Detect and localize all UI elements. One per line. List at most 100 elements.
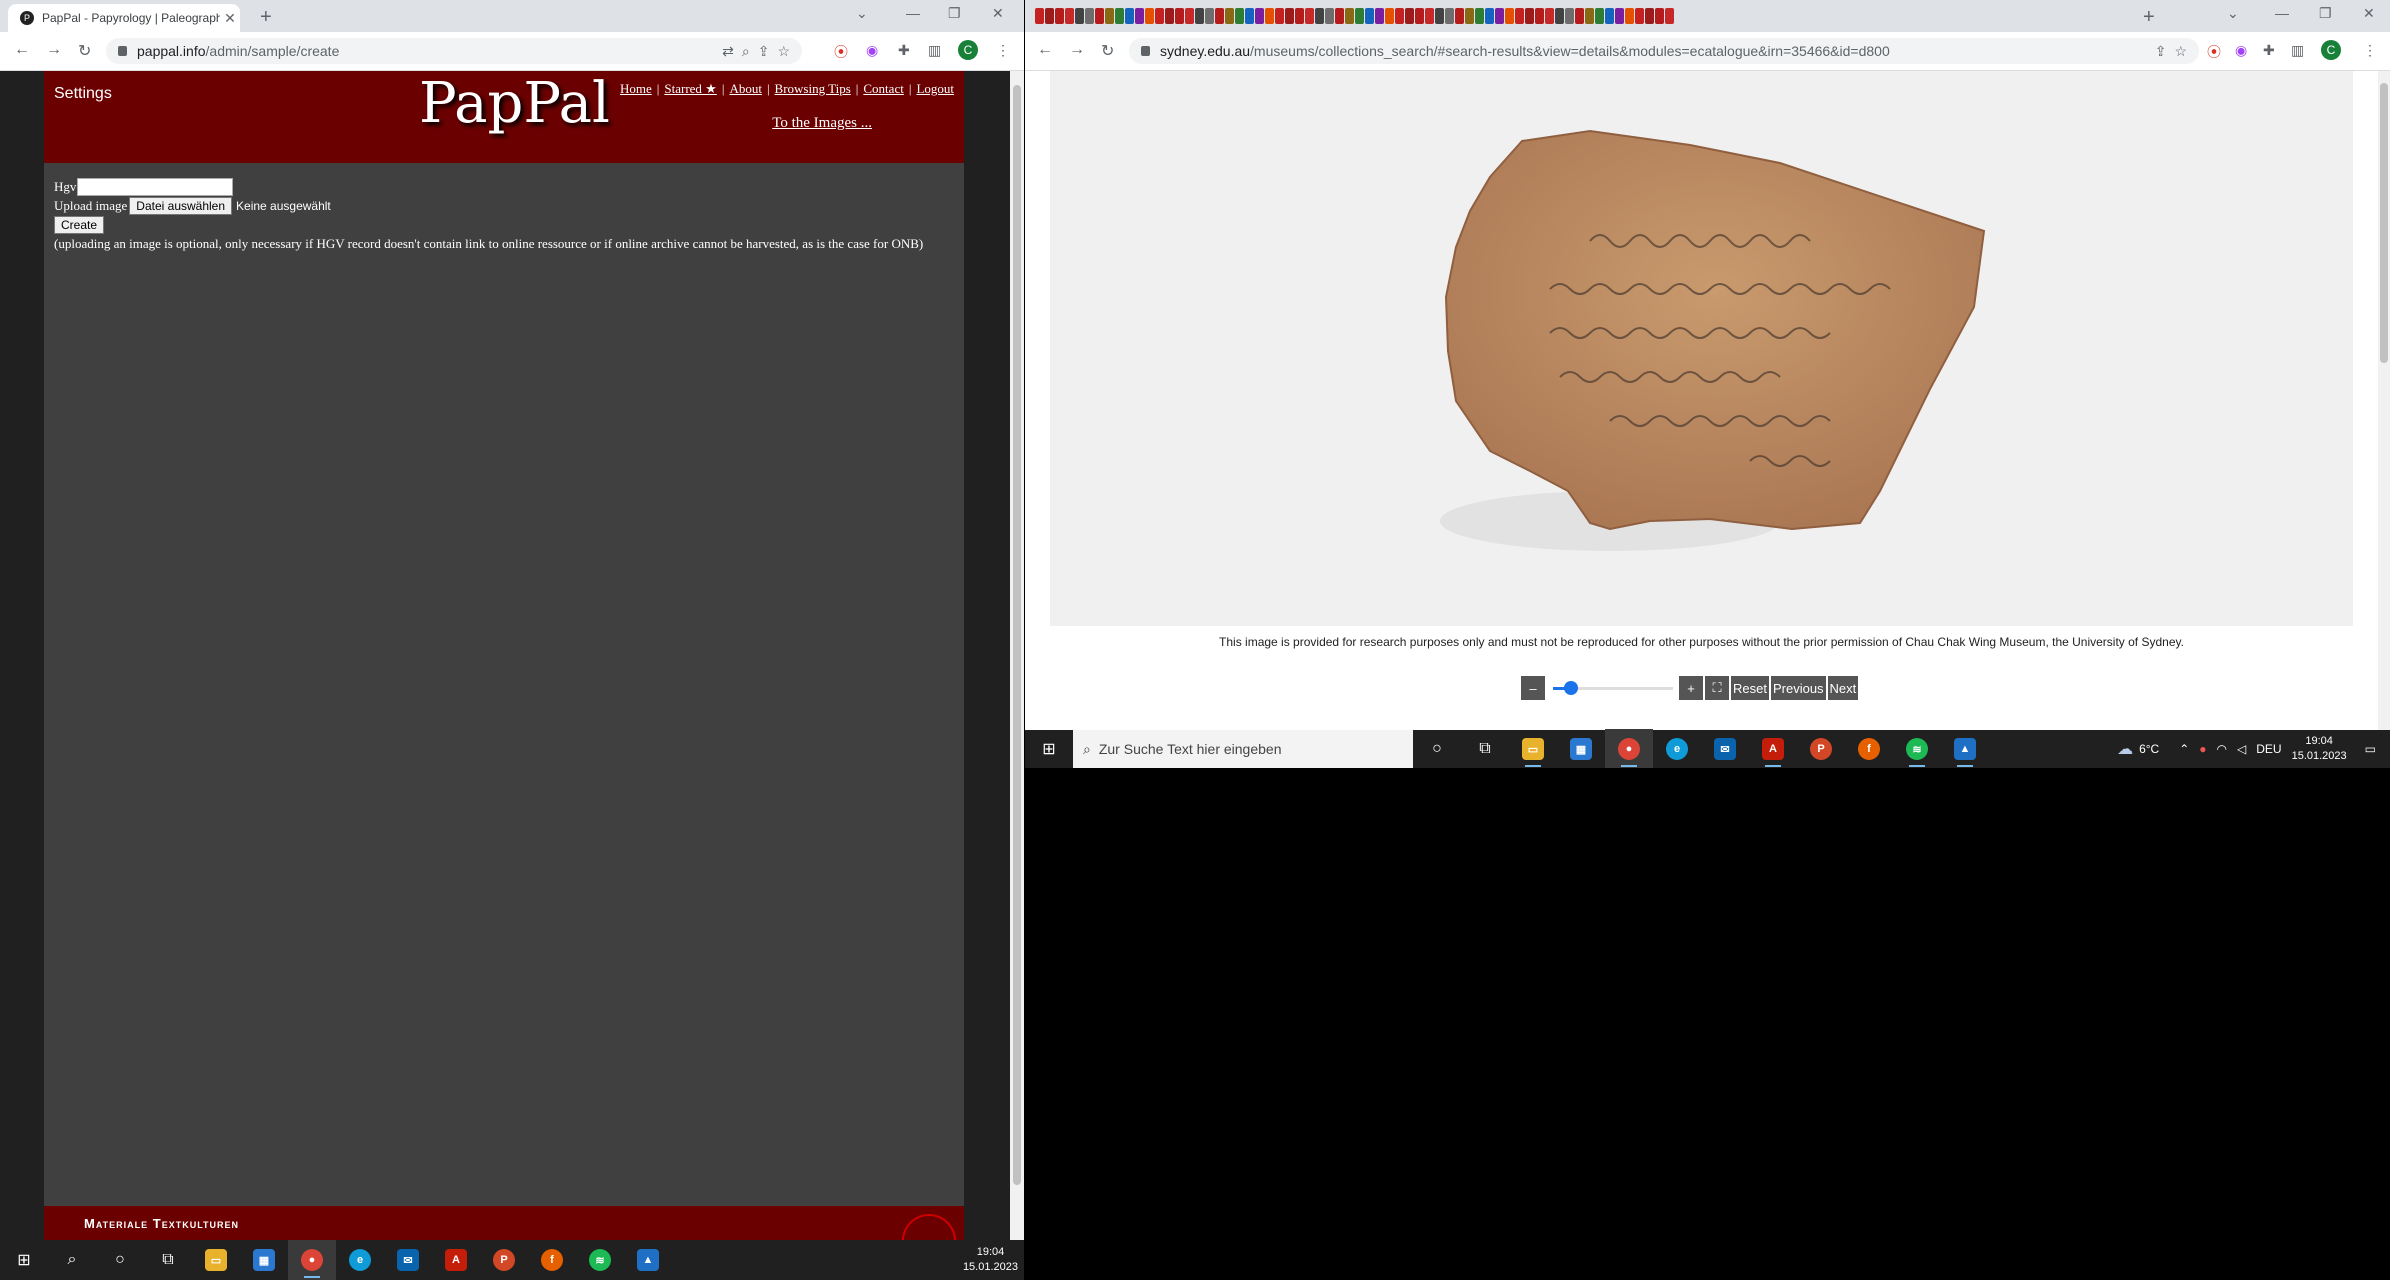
- pinned-tab-favicon-icon[interactable]: [1075, 8, 1084, 24]
- zoom-icon[interactable]: ⌕: [742, 43, 750, 60]
- search-icon[interactable]: ⌕: [48, 1240, 96, 1280]
- pinned-tab-favicon-icon[interactable]: [1055, 8, 1064, 24]
- pinned-tab-favicon-icon[interactable]: [1265, 8, 1274, 24]
- extension-2-icon[interactable]: ◉: [866, 42, 878, 59]
- pinned-tab-favicon-icon[interactable]: [1625, 8, 1634, 24]
- task-view-icon[interactable]: ⧉: [144, 1240, 192, 1280]
- pinned-tab-favicon-icon[interactable]: [1545, 8, 1554, 24]
- url-field[interactable]: pappal.info /admin/sample/create ⇄ ⌕ ⇪ ☆: [106, 38, 802, 64]
- pinned-tab-favicon-icon[interactable]: [1045, 8, 1054, 24]
- footer-text[interactable]: Materiale Textkulturen: [84, 1216, 239, 1231]
- zoom-slider[interactable]: [1553, 676, 1673, 700]
- back-icon[interactable]: ←: [1037, 41, 1053, 59]
- pinned-tab-favicon-icon[interactable]: [1185, 8, 1194, 24]
- pappal-logo[interactable]: PapPal: [419, 71, 610, 136]
- pinned-tab-favicon-icon[interactable]: [1455, 8, 1464, 24]
- chrome-icon[interactable]: ●: [288, 1240, 336, 1280]
- share-icon[interactable]: ⇪: [758, 43, 770, 60]
- menu-contact[interactable]: Contact: [863, 81, 903, 96]
- chrome-icon[interactable]: ●: [1605, 729, 1653, 768]
- pinned-tab-favicon-icon[interactable]: [1525, 8, 1534, 24]
- pinned-tab-favicon-icon[interactable]: [1585, 8, 1594, 24]
- pinned-tab-favicon-icon[interactable]: [1275, 8, 1284, 24]
- hgv-input[interactable]: [77, 177, 234, 196]
- menu-logout[interactable]: Logout: [916, 81, 954, 96]
- cortana-icon[interactable]: ○: [1413, 729, 1461, 768]
- pinned-tab-favicon-icon[interactable]: [1305, 8, 1314, 24]
- powerpoint-icon[interactable]: P: [480, 1240, 528, 1280]
- forward-icon[interactable]: →: [1069, 41, 1085, 59]
- pinned-tab-favicon-icon[interactable]: [1325, 8, 1334, 24]
- photos-icon[interactable]: ▲: [624, 1240, 672, 1280]
- scrollbar-thumb[interactable]: [1013, 85, 1021, 1185]
- pinned-tab-favicon-icon[interactable]: [1155, 8, 1164, 24]
- left-page-scrollbar[interactable]: [1010, 71, 1024, 1240]
- extensions-puzzle-icon[interactable]: ✚: [898, 42, 910, 59]
- close-window-icon[interactable]: ✕: [992, 5, 1004, 22]
- zoom-slider-handle[interactable]: [1563, 681, 1578, 695]
- pinned-tab-favicon-icon[interactable]: [1425, 8, 1434, 24]
- close-window-icon[interactable]: ✕: [2363, 5, 2375, 22]
- pinned-tab-favicon-icon[interactable]: [1355, 8, 1364, 24]
- pinned-tab-favicon-icon[interactable]: [1395, 8, 1404, 24]
- pinned-tab-favicon-icon[interactable]: [1295, 8, 1304, 24]
- cortana-icon[interactable]: ○: [96, 1240, 144, 1280]
- pinned-tab-favicon-icon[interactable]: [1435, 8, 1444, 24]
- pinned-tab-favicon-icon[interactable]: [1115, 8, 1124, 24]
- acrobat-icon[interactable]: A: [432, 1240, 480, 1280]
- minimize-icon[interactable]: —: [2275, 5, 2289, 21]
- pinned-tab-favicon-icon[interactable]: [1645, 8, 1654, 24]
- reload-icon[interactable]: ↻: [1101, 41, 1114, 61]
- menu-kebab-icon[interactable]: ⋮: [2363, 42, 2377, 59]
- image-viewer[interactable]: [1050, 71, 2353, 626]
- tab-search-icon[interactable]: ⌄: [856, 5, 868, 22]
- fullscreen-button[interactable]: ⛶: [1705, 676, 1729, 700]
- menu-kebab-icon[interactable]: ⋮: [996, 42, 1010, 59]
- mail-icon[interactable]: ✉: [1701, 729, 1749, 768]
- pinned-tab-favicon-icon[interactable]: [1495, 8, 1504, 24]
- pinned-tab-favicon-icon[interactable]: [1565, 8, 1574, 24]
- extension-icon[interactable]: ⦿: [2207, 42, 2221, 62]
- share-icon[interactable]: ⇪: [2155, 43, 2167, 60]
- taskbar-search-box[interactable]: ⌕ Zur Suche Text hier eingeben: [1073, 730, 1413, 768]
- firefox-icon[interactable]: f: [1845, 729, 1893, 768]
- wifi-icon[interactable]: ◠: [2217, 742, 2227, 756]
- file-explorer-icon[interactable]: ▭: [192, 1240, 240, 1280]
- pinned-tab-favicon-icon[interactable]: [1135, 8, 1144, 24]
- pinned-tab-favicon-icon[interactable]: [1315, 8, 1324, 24]
- back-icon[interactable]: ←: [14, 41, 30, 59]
- pinned-tab-favicon-icon[interactable]: [1515, 8, 1524, 24]
- bookmark-star-icon[interactable]: ☆: [2174, 43, 2187, 60]
- reset-button[interactable]: Reset: [1731, 676, 1769, 700]
- tab-search-icon[interactable]: ⌄: [2227, 5, 2239, 22]
- edge-icon[interactable]: e: [336, 1240, 384, 1280]
- pinned-tab-favicon-icon[interactable]: [1255, 8, 1264, 24]
- pinned-tab-favicon-icon[interactable]: [1365, 8, 1374, 24]
- pinned-tab-favicon-icon[interactable]: [1175, 8, 1184, 24]
- pinned-tab-favicon-icon[interactable]: [1605, 8, 1614, 24]
- pinned-tab-favicon-icon[interactable]: [1215, 8, 1224, 24]
- restore-icon[interactable]: ❐: [2319, 5, 2332, 22]
- pinned-tab-favicon-icon[interactable]: [1145, 8, 1154, 24]
- weather-temp[interactable]: 6°C: [2139, 742, 2159, 756]
- task-view-icon[interactable]: ⧉: [1461, 729, 1509, 768]
- to-the-images-link[interactable]: To the Images ...: [772, 115, 872, 132]
- pinned-tab-favicon-icon[interactable]: [1445, 8, 1454, 24]
- right-clock[interactable]: 19:04 15.01.2023: [2292, 734, 2347, 764]
- language-indicator[interactable]: DEU: [2256, 742, 2281, 756]
- profile-avatar[interactable]: C: [2321, 40, 2341, 60]
- menu-starred[interactable]: Starred ★: [664, 81, 716, 96]
- windows-start-icon[interactable]: ⊞: [0, 1240, 48, 1280]
- tab-pappal[interactable]: P PapPal - Papyrology | Paleograph ✕: [8, 4, 240, 32]
- notifications-icon[interactable]: ▭: [2365, 742, 2376, 756]
- pinned-tab-favicon-icon[interactable]: [1655, 8, 1664, 24]
- settings-link[interactable]: Settings: [54, 85, 112, 103]
- left-clock[interactable]: 19:04 15.01.2023: [963, 1245, 1018, 1275]
- restore-icon[interactable]: ❐: [948, 5, 961, 22]
- pinned-tab-favicon-icon[interactable]: [1665, 8, 1674, 24]
- menu-about[interactable]: About: [729, 81, 762, 96]
- pinned-tab-favicon-icon[interactable]: [1105, 8, 1114, 24]
- menu-browsing-tips[interactable]: Browsing Tips: [775, 81, 851, 96]
- pinned-tab-favicon-icon[interactable]: [1245, 8, 1254, 24]
- tray-app-icon[interactable]: ●: [2199, 742, 2206, 756]
